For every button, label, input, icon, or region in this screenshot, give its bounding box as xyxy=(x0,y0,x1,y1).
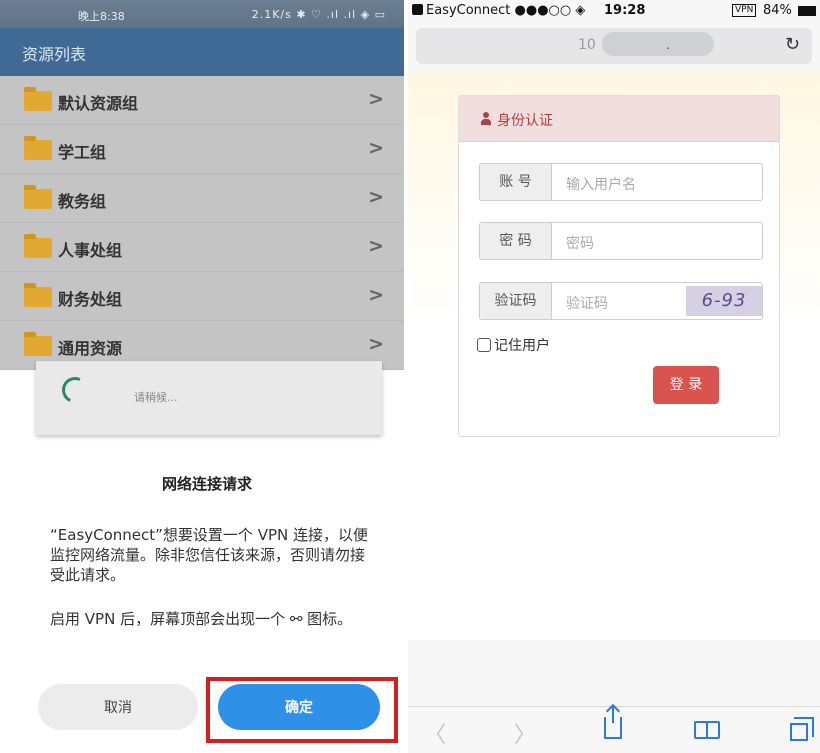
captcha-image[interactable]: 6-93 xyxy=(686,286,762,316)
status-time: 19:28 xyxy=(604,3,646,18)
reload-icon[interactable]: ↻ xyxy=(785,34,800,55)
url-text: 10 xyxy=(578,37,596,53)
folder-icon xyxy=(24,332,52,356)
captcha-placeholder: 验证码 xyxy=(566,296,608,312)
ios-screen: EasyConnect ●●●○○ ◈ 19:28 VPN 84% 10 . ↻… xyxy=(408,0,820,753)
username-field[interactable]: 账 号 输入用户名 xyxy=(479,163,763,201)
folder-icon xyxy=(24,136,52,160)
progress-text: 请稍候... xyxy=(134,391,178,404)
chevron-right-icon: > xyxy=(368,284,384,306)
bookmarks-icon[interactable] xyxy=(694,721,720,739)
resource-item-default[interactable]: 默认资源组 > xyxy=(0,76,404,125)
battery-icon xyxy=(798,6,816,16)
screenshot-root: 晚上8:38 2.1K/s ✱ ♡ .ıl .ıl ◈ ▭ 资源列表 默认资源组… xyxy=(0,0,820,753)
chevron-right-icon: > xyxy=(368,333,384,355)
resource-label: 默认资源组 xyxy=(58,94,139,113)
spinner-icon xyxy=(58,373,92,407)
safari-toolbar: 〈 〉 xyxy=(408,706,820,753)
username-placeholder: 输入用户名 xyxy=(566,177,636,193)
captcha-label: 验证码 xyxy=(480,283,552,319)
password-placeholder: 密码 xyxy=(566,236,594,252)
auth-panel-header: 身份认证 xyxy=(459,96,779,142)
auth-title: 身份认证 xyxy=(497,113,553,129)
status-app-label: EasyConnect ●●●○○ ◈ xyxy=(426,3,586,18)
forward-icon[interactable]: 〉 xyxy=(514,717,536,749)
status-indicators: 2.1K/s ✱ ♡ .ıl .ıl ◈ ▭ xyxy=(251,8,386,21)
auth-panel: 身份认证 账 号 输入用户名 密 码 密码 验证码 验证码 6-93 记住用户 xyxy=(458,95,780,437)
url-dot: . xyxy=(666,38,670,52)
share-icon[interactable] xyxy=(604,707,622,739)
folder-icon xyxy=(24,283,52,307)
resource-label: 通用资源 xyxy=(58,339,123,358)
chevron-right-icon: > xyxy=(368,186,384,208)
checkbox-icon xyxy=(477,338,491,352)
app-bar: 资源列表 xyxy=(0,28,404,76)
login-button[interactable]: 登 录 xyxy=(653,366,719,404)
vpn-badge: VPN xyxy=(732,4,757,17)
cancel-button[interactable]: 取消 xyxy=(38,684,198,730)
remember-user-checkbox[interactable]: 记住用户 xyxy=(477,335,550,355)
folder-icon xyxy=(24,234,52,258)
remember-label: 记住用户 xyxy=(494,338,550,354)
web-page: 身份认证 账 号 输入用户名 密 码 密码 验证码 验证码 6-93 记住用户 xyxy=(408,72,820,640)
url-redaction xyxy=(602,32,714,56)
resource-item-finance[interactable]: 财务处组 > xyxy=(0,272,404,321)
chevron-right-icon: > xyxy=(368,88,384,110)
chevron-right-icon: > xyxy=(368,137,384,159)
password-field[interactable]: 密 码 密码 xyxy=(479,222,763,260)
chevron-right-icon: > xyxy=(368,235,384,257)
folder-icon xyxy=(24,87,52,111)
resource-label: 教务组 xyxy=(58,192,107,211)
resource-item-academic-affairs[interactable]: 教务组 > xyxy=(0,174,404,223)
tabs-icon[interactable] xyxy=(790,717,814,741)
status-time: 晚上8:38 xyxy=(78,10,125,23)
app-bar-title: 资源列表 xyxy=(22,45,87,64)
user-icon xyxy=(481,112,491,125)
folder-icon xyxy=(24,185,52,209)
back-icon[interactable]: 〈 xyxy=(424,717,446,749)
dialog-note: 启用 VPN 后，屏幕顶部会出现一个 ⚯ 图标。 xyxy=(50,610,353,628)
resource-item-hr[interactable]: 人事处组 > xyxy=(0,223,404,272)
dialog-title: 网络连接请求 xyxy=(161,475,252,493)
resource-label: 学工组 xyxy=(58,143,107,162)
username-label: 账 号 xyxy=(480,164,552,200)
confirm-highlight-box xyxy=(206,677,398,743)
address-bar[interactable]: 10 . ↻ xyxy=(416,28,812,64)
resource-list: 默认资源组 > 学工组 > 教务组 > 人事处组 > 财务处组 > 通用资源 > xyxy=(0,76,404,370)
back-to-app-icon xyxy=(412,4,423,15)
progress-dialog: 请稍候... xyxy=(36,361,382,435)
android-screen: 晚上8:38 2.1K/s ✱ ♡ .ıl .ıl ◈ ▭ 资源列表 默认资源组… xyxy=(0,0,404,753)
android-status-bar: 晚上8:38 2.1K/s ✱ ♡ .ıl .ıl ◈ ▭ xyxy=(0,0,404,28)
password-label: 密 码 xyxy=(480,223,552,259)
ios-status-bar: EasyConnect ●●●○○ ◈ 19:28 VPN 84% xyxy=(408,0,820,22)
battery-percent: 84% xyxy=(763,3,792,18)
resource-label: 财务处组 xyxy=(58,290,123,309)
resource-label: 人事处组 xyxy=(58,241,123,260)
status-app: EasyConnect ●●●○○ ◈ xyxy=(412,3,585,18)
dialog-message: “EasyConnect”想要设置一个 VPN 连接，以便监控网络流量。除非您信… xyxy=(50,526,368,584)
captcha-field[interactable]: 验证码 验证码 6-93 xyxy=(479,282,763,320)
resource-item-student-affairs[interactable]: 学工组 > xyxy=(0,125,404,174)
